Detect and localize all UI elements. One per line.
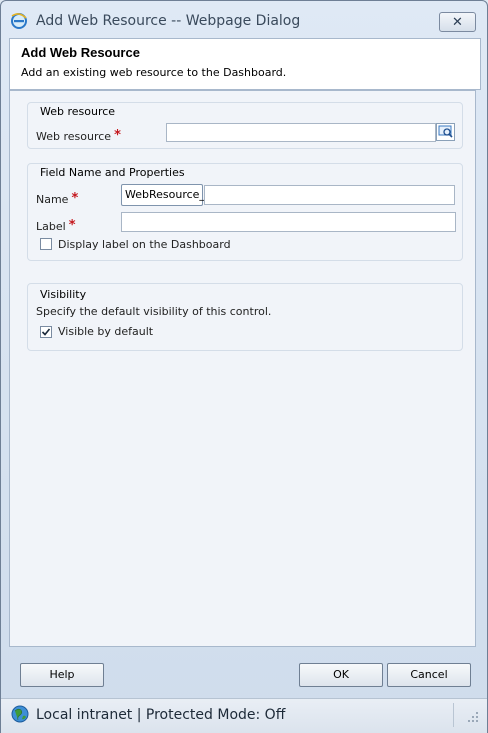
help-button[interactable]: Help [20,663,104,687]
required-marker: * [68,218,76,233]
web-resource-section: Web resource Web resource * [27,102,463,149]
lookup-button[interactable] [436,123,455,141]
internet-explorer-icon [10,12,28,30]
dialog-description: Add an existing web resource to the Dash… [21,66,287,79]
name-label-text: Name [36,193,69,206]
web-resource-label-text: Web resource [36,130,112,143]
visibility-section: Visibility Specify the default visibilit… [27,283,463,351]
web-resource-section-title: Web resource [40,105,116,118]
visibility-description: Specify the default visibility of this c… [36,305,272,318]
display-label-text: Display label on the Dashboard [58,238,231,251]
required-marker: * [71,191,79,206]
visible-by-default-text: Visible by default [58,325,154,338]
web-resource-input[interactable] [166,123,436,142]
resize-grip-icon[interactable] [463,707,481,725]
status-bar: Local intranet | Protected Mode: Off [1,698,487,733]
label-input[interactable] [121,212,456,232]
globe-icon [10,704,30,724]
name-label: Name * [36,191,79,207]
dialog-window: Add Web Resource -- Webpage Dialog ✕ Add… [0,0,488,733]
ok-button[interactable]: OK [299,663,383,687]
visible-by-default-checkbox[interactable] [40,326,52,338]
display-label-checkbox[interactable] [40,238,52,250]
name-input[interactable] [204,185,455,205]
status-separator [453,703,454,727]
dialog-header: Add Web Resource Add an existing web res… [9,38,481,90]
status-text: Local intranet | Protected Mode: Off [36,707,286,723]
field-properties-section: Field Name and Properties Name * WebResou… [27,163,463,261]
label-label-text: Label [36,220,66,233]
checkmark-icon [41,328,51,336]
lookup-icon [436,123,455,141]
cancel-button[interactable]: Cancel [387,663,471,687]
field-properties-section-title: Field Name and Properties [40,166,185,179]
dialog-heading: Add Web Resource [21,45,140,60]
title-bar: Add Web Resource -- Webpage Dialog ✕ [1,1,487,37]
required-marker: * [114,128,121,143]
dialog-content: Web resource Web resource * Field Name an… [9,90,476,647]
visibility-section-title: Visibility [40,288,87,301]
close-icon: ✕ [452,14,463,30]
label-label: Label * [36,218,76,234]
name-prefix: WebResource_ [121,184,205,206]
web-resource-label: Web resource * [36,128,121,144]
window-title: Add Web Resource -- Webpage Dialog [36,13,301,29]
close-button[interactable]: ✕ [439,12,476,32]
